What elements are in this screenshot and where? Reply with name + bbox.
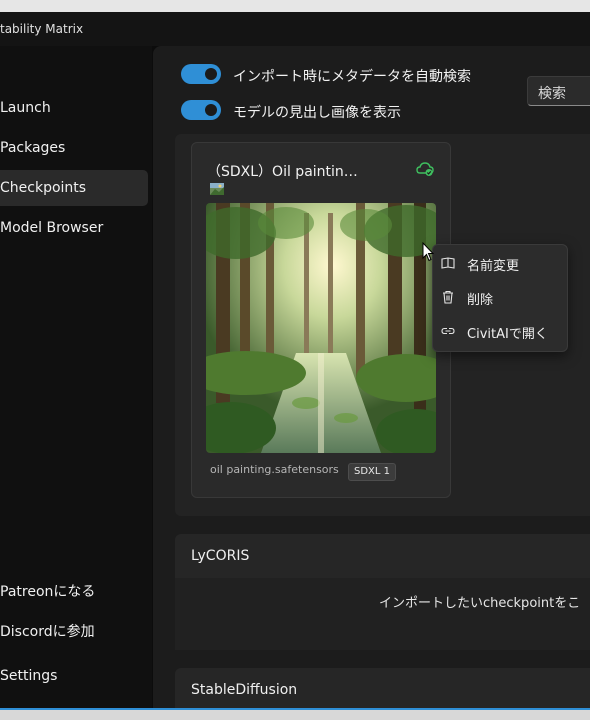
sidebar-item-packages[interactable]: Packages	[0, 130, 148, 166]
checkpoint-card[interactable]: （SDXL）Oil paintin… oil painting.safetens…	[191, 142, 451, 498]
cloud-check-icon[interactable]	[416, 161, 434, 177]
menu-item-label: CivitAIで開く	[467, 327, 548, 342]
card-title: （SDXL）Oil paintin…	[207, 164, 358, 180]
search-placeholder: 検索	[538, 86, 566, 102]
rename-menu-item[interactable]: 名前変更	[433, 247, 567, 279]
auto-metadata-toggle[interactable]	[181, 64, 221, 84]
section-title: StableDiffusion	[191, 682, 298, 698]
show-preview-label: モデルの見出し画像を表示	[233, 105, 401, 121]
window-bottom-edge	[0, 708, 590, 720]
toggle-knob	[205, 68, 217, 80]
sidebar-item-launch[interactable]: Launch	[0, 90, 148, 126]
sidebar-item-label: Launch	[0, 100, 51, 116]
drop-zone-text: インポートしたいcheckpointをこ	[379, 596, 581, 611]
search-input[interactable]: 検索	[527, 76, 590, 106]
toggle-knob	[205, 104, 217, 116]
stablediffusion-section-header[interactable]: StableDiffusion	[175, 668, 590, 712]
trash-icon	[443, 290, 453, 304]
sidebar-item-discord[interactable]: Discordに参加	[0, 614, 148, 650]
mouse-cursor-icon	[422, 242, 434, 262]
show-preview-toggle[interactable]	[181, 100, 221, 120]
window-top-edge	[0, 0, 590, 12]
forest-painting-image	[206, 203, 436, 453]
sidebar: Launch Packages Checkpoints Model Browse…	[0, 46, 152, 708]
sidebar-item-settings[interactable]: Settings	[0, 658, 148, 694]
sidebar-item-checkpoints[interactable]: Checkpoints	[0, 170, 148, 206]
sidebar-item-model-browser[interactable]: Model Browser	[0, 210, 148, 246]
model-filename: oil painting.safetensors	[210, 463, 339, 476]
title-bar: tability Matrix	[0, 12, 590, 46]
lycoris-drop-zone[interactable]: インポートしたいcheckpointをこ	[175, 578, 590, 650]
auto-metadata-label: インポート時にメタデータを自動検索	[233, 69, 471, 85]
base-model-badge: SDXL 1	[348, 463, 397, 481]
sidebar-item-label: Packages	[0, 140, 66, 156]
delete-menu-item[interactable]: 削除	[433, 281, 567, 313]
checkpoints-main: インポート時にメタデータを自動検索 モデルの見出し画像を表示 検索 （SDXL）…	[153, 46, 590, 712]
lycoris-section-header[interactable]: LyCORIS	[175, 534, 590, 578]
section-title: LyCORIS	[191, 548, 250, 564]
sidebar-item-label: Patreonになる	[0, 584, 96, 600]
book-open-icon	[441, 257, 455, 269]
menu-item-label: 名前変更	[467, 259, 520, 274]
app-title: tability Matrix	[0, 22, 84, 36]
context-menu: 名前変更 削除 CivitAIで開く	[432, 244, 568, 352]
image-thumbnail-icon	[210, 183, 224, 195]
link-icon	[441, 327, 455, 335]
sidebar-item-label: Model Browser	[0, 220, 104, 236]
preview-image[interactable]	[206, 203, 436, 453]
sidebar-item-patreon[interactable]: Patreonになる	[0, 574, 148, 610]
open-civitai-menu-item[interactable]: CivitAIで開く	[433, 315, 567, 347]
sidebar-item-label: Checkpoints	[0, 180, 87, 196]
menu-item-label: 削除	[467, 293, 494, 308]
sidebar-item-label: Discordに参加	[0, 624, 95, 640]
sidebar-item-label: Settings	[0, 668, 58, 684]
